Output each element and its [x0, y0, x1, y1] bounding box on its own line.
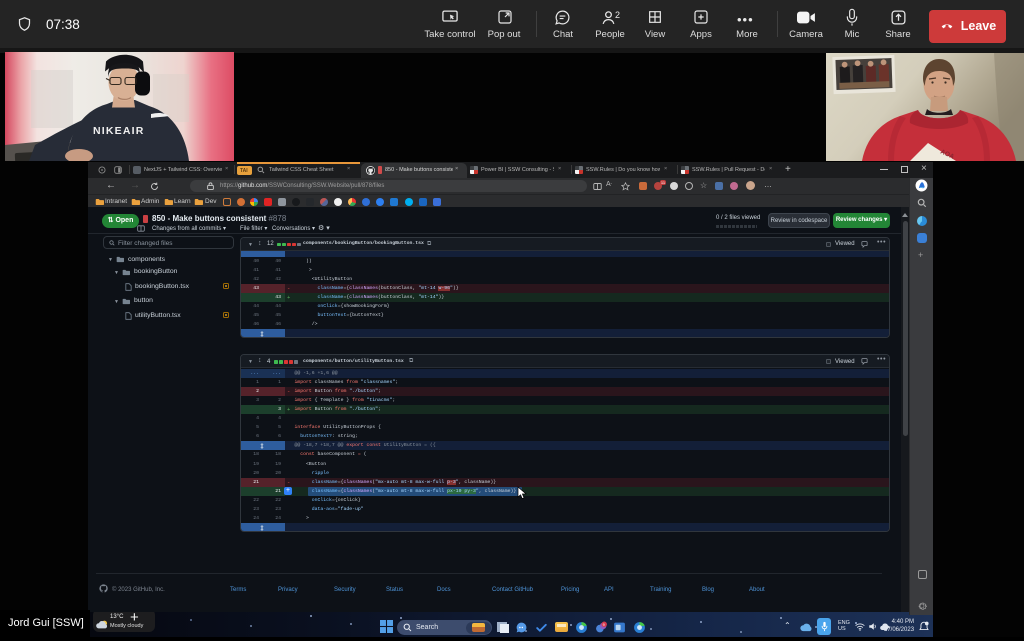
svg-text:NIKEAIR: NIKEAIR — [93, 125, 145, 137]
svg-text:9: 9 — [603, 623, 605, 627]
